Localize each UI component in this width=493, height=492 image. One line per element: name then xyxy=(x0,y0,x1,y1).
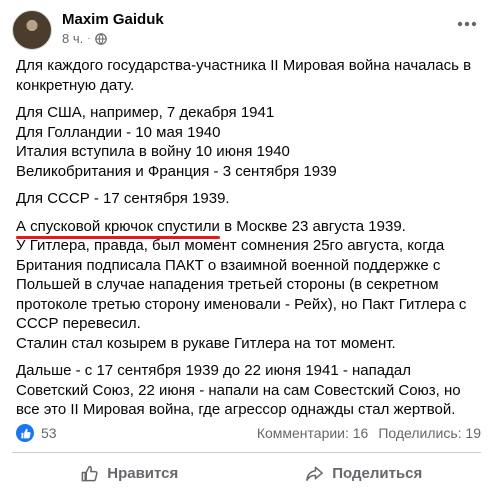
post-stats: 53 Комментарии: 16 Поделились: 19 xyxy=(16,424,481,446)
like-count[interactable]: 53 xyxy=(41,425,57,441)
post-line: Сталин стал козырем в рукаве Гитлера на … xyxy=(16,334,396,352)
post-actions: Нравится Поделиться xyxy=(12,456,481,490)
thumbs-up-outline-icon xyxy=(80,464,99,483)
post-line: А спусковой крючок спустили в Москве 23 … xyxy=(16,217,486,239)
post-paragraph: Для СССР - 17 сентября 1939. xyxy=(16,190,230,207)
post-time[interactable]: 8 ч. xyxy=(62,31,83,46)
share-button-label: Поделиться xyxy=(332,464,423,482)
highlighted-text: А спусковой крючок спустили xyxy=(16,217,220,235)
post-paragraph: А спусковой крючок спустили в Москве 23 … xyxy=(16,217,486,354)
shares-count[interactable]: Поделились: 19 xyxy=(378,425,481,441)
post-meta: 8 ч. · xyxy=(62,31,107,46)
comments-count[interactable]: Комментарии: 16 xyxy=(257,425,369,441)
red-underline-annotation xyxy=(16,235,220,239)
share-button[interactable]: Поделиться xyxy=(247,456,482,490)
post-paragraph: Для каждого государства-участника II Мир… xyxy=(16,57,472,94)
meta-separator: · xyxy=(87,32,91,44)
author-name[interactable]: Maxim Gaiduk xyxy=(62,11,164,28)
post-header: Maxim Gaiduk 8 ч. · xyxy=(12,10,481,50)
share-arrow-icon xyxy=(305,464,324,483)
more-dots-icon[interactable] xyxy=(453,14,481,34)
divider xyxy=(12,452,481,453)
post-body: Для каждого государства-участника II Мир… xyxy=(16,56,486,428)
highlighted-phrase: А спусковой крючок спустили xyxy=(16,217,220,239)
avatar[interactable] xyxy=(12,10,52,50)
post-paragraph: Для США, например, 7 декабря 1941 Для Го… xyxy=(16,103,486,181)
globe-icon xyxy=(94,32,107,45)
stats-right: Комментарии: 16 Поделились: 19 xyxy=(257,425,481,441)
post-line: Для Голландии - 10 мая 1940 xyxy=(16,123,221,141)
post-line: Великобритания и Франция - 3 сентября 19… xyxy=(16,162,337,180)
post-paragraph: Дальше - с 17 сентября 1939 до 22 июня 1… xyxy=(16,362,461,418)
thumbs-up-icon[interactable] xyxy=(16,424,34,442)
post-line: Для США, например, 7 декабря 1941 xyxy=(16,104,275,121)
post-text: в Москве 23 августа 1939. xyxy=(219,217,406,235)
post-line: У Гитлера, правда, был момент сомнения 2… xyxy=(16,237,467,332)
like-button[interactable]: Нравится xyxy=(12,456,247,490)
like-button-label: Нравится xyxy=(107,464,179,482)
post-line: Италия вступила в войну 10 июня 1940 xyxy=(16,143,290,160)
